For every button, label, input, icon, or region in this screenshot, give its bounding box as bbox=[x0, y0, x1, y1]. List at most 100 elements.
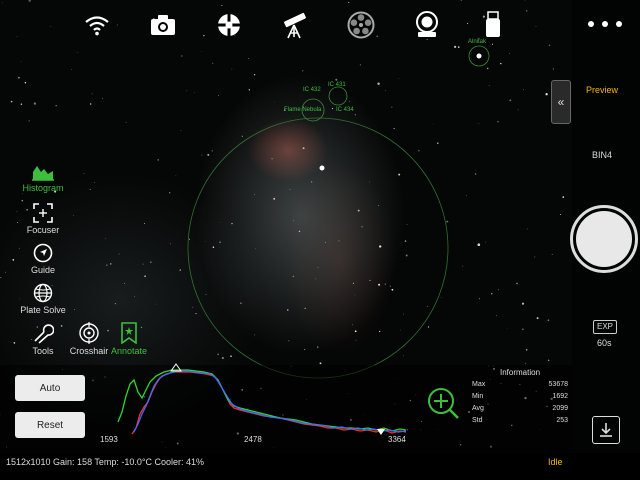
zoom-in-button[interactable] bbox=[426, 386, 460, 420]
star bbox=[384, 283, 386, 285]
reset-stretch-button[interactable]: Reset bbox=[15, 412, 85, 438]
star bbox=[110, 263, 112, 265]
star bbox=[398, 173, 401, 176]
exposure-value: 60s bbox=[597, 338, 612, 348]
star bbox=[304, 307, 306, 309]
star bbox=[179, 269, 181, 271]
target-circle-ic431 bbox=[328, 86, 348, 106]
star bbox=[90, 103, 92, 105]
camera-button[interactable] bbox=[146, 8, 180, 42]
exposure-button[interactable]: EXP bbox=[593, 320, 617, 334]
capture-state: Idle bbox=[548, 457, 563, 467]
star bbox=[181, 55, 183, 57]
histogram-icon bbox=[32, 166, 54, 181]
star bbox=[185, 90, 187, 92]
more-icon bbox=[588, 21, 594, 27]
star bbox=[462, 265, 464, 267]
annotate-tool[interactable]: Annotate bbox=[97, 322, 161, 356]
star bbox=[71, 69, 72, 71]
star bbox=[248, 89, 250, 91]
star bbox=[478, 123, 480, 124]
star bbox=[488, 85, 490, 87]
star bbox=[33, 102, 37, 105]
guide-tool[interactable]: Guide bbox=[11, 243, 75, 275]
star bbox=[535, 26, 537, 27]
star bbox=[325, 241, 326, 243]
star bbox=[287, 309, 289, 311]
wifi-button[interactable] bbox=[80, 8, 114, 42]
mount-button[interactable] bbox=[212, 8, 246, 42]
more-menu-button[interactable] bbox=[588, 14, 622, 34]
annotate-icon bbox=[121, 322, 137, 344]
star bbox=[509, 99, 512, 102]
binning-button[interactable]: BIN4 bbox=[592, 150, 612, 160]
telescope-button[interactable] bbox=[278, 8, 312, 42]
star bbox=[83, 173, 85, 174]
star bbox=[205, 241, 207, 242]
star bbox=[4, 271, 6, 273]
star bbox=[403, 355, 404, 357]
star bbox=[446, 220, 449, 223]
filter-wheel-icon bbox=[347, 11, 375, 39]
star bbox=[552, 68, 555, 70]
star bbox=[2, 2, 3, 4]
star bbox=[20, 60, 22, 62]
label-ic434: IC 434 bbox=[336, 107, 354, 113]
collapse-panel-button[interactable]: « bbox=[551, 80, 571, 124]
star bbox=[391, 106, 393, 108]
star bbox=[93, 182, 95, 183]
star bbox=[559, 214, 561, 215]
plate-solve-tool[interactable]: Plate Solve bbox=[11, 283, 75, 315]
download-icon bbox=[600, 423, 612, 437]
star bbox=[195, 313, 197, 315]
star bbox=[477, 243, 481, 247]
star bbox=[361, 226, 363, 228]
histogram-tick-mid: 2478 bbox=[244, 435, 262, 444]
usb-device-button[interactable] bbox=[476, 8, 510, 42]
preview-mode-button[interactable]: Preview bbox=[586, 85, 618, 95]
star bbox=[192, 306, 194, 308]
star bbox=[521, 302, 525, 305]
histogram-tool[interactable]: Histogram bbox=[11, 163, 75, 193]
star bbox=[301, 70, 304, 72]
star bbox=[273, 197, 276, 200]
star bbox=[20, 103, 23, 105]
star bbox=[393, 127, 395, 129]
star bbox=[271, 158, 273, 160]
star bbox=[516, 282, 518, 285]
histogram-chart[interactable]: 1593 2478 3364 bbox=[100, 362, 410, 450]
star bbox=[403, 313, 404, 315]
star bbox=[457, 46, 460, 48]
star bbox=[144, 275, 146, 278]
star bbox=[125, 122, 127, 123]
filter-wheel-button[interactable] bbox=[344, 8, 378, 42]
field-circle bbox=[187, 117, 449, 379]
focuser-device-button[interactable] bbox=[410, 8, 444, 42]
star bbox=[248, 58, 249, 59]
telescope-icon bbox=[284, 12, 306, 39]
star bbox=[398, 78, 400, 80]
focus-frame-icon bbox=[33, 203, 53, 223]
star bbox=[156, 303, 158, 305]
star bbox=[338, 240, 340, 242]
auto-stretch-button[interactable]: Auto bbox=[15, 375, 85, 401]
star bbox=[460, 0, 462, 1]
star bbox=[500, 62, 502, 65]
star bbox=[311, 181, 313, 183]
capture-button[interactable] bbox=[570, 205, 638, 273]
star bbox=[491, 293, 493, 295]
star bbox=[205, 294, 207, 295]
star bbox=[222, 357, 224, 359]
download-button[interactable] bbox=[592, 416, 620, 444]
star bbox=[491, 43, 494, 45]
usb-device-icon bbox=[486, 11, 500, 37]
star bbox=[379, 245, 382, 248]
star bbox=[315, 278, 316, 280]
star bbox=[240, 302, 242, 304]
star bbox=[304, 348, 306, 350]
star bbox=[437, 142, 439, 144]
star bbox=[189, 238, 191, 240]
focuser-tool[interactable]: Focuser bbox=[11, 203, 75, 235]
mount-icon bbox=[218, 14, 240, 36]
histogram-red bbox=[131, 371, 407, 435]
